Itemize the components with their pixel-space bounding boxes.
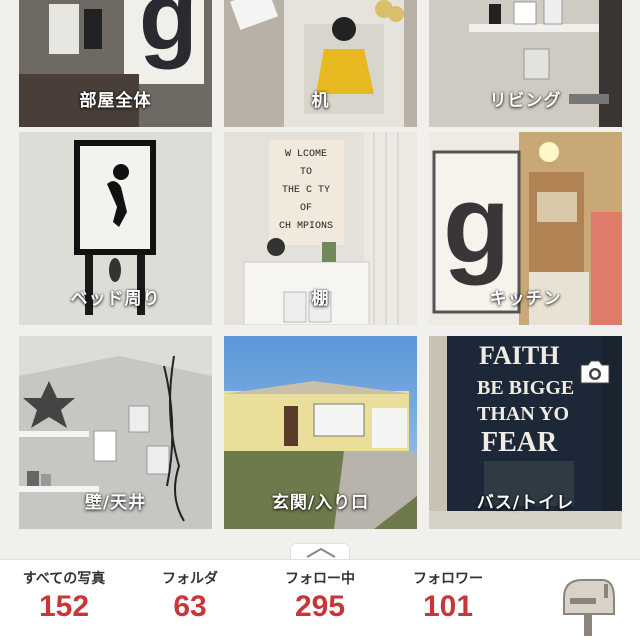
svg-text:W LCOME: W LCOME bbox=[285, 149, 327, 160]
folder-label: 机 bbox=[311, 91, 330, 111]
stat-value: 101 bbox=[422, 590, 474, 623]
folder-label: バス/トイレ bbox=[476, 493, 575, 513]
folder-label: 玄関/入り口 bbox=[271, 493, 370, 513]
stat-value: 295 bbox=[294, 590, 346, 623]
stat-value: 152 bbox=[38, 590, 90, 623]
stat-all-photos[interactable]: すべての写真 152 bbox=[8, 568, 120, 624]
folder-grid: g 部屋全体 机 リビング ベッド周り W LCOME TO THE C TY … bbox=[0, 0, 640, 545]
folder-tile-kitchen[interactable]: g キッチン bbox=[429, 132, 622, 325]
svg-text:TO: TO bbox=[300, 167, 312, 178]
svg-text:CH MPIONS: CH MPIONS bbox=[279, 221, 333, 232]
mailbox-icon[interactable] bbox=[558, 570, 618, 636]
folder-label: 壁/天井 bbox=[84, 493, 147, 513]
svg-text:g: g bbox=[139, 0, 198, 70]
folder-label: キッチン bbox=[489, 289, 562, 309]
camera-icon[interactable] bbox=[578, 358, 612, 386]
stat-label: フォルダ bbox=[162, 571, 218, 587]
stat-label: フォロー中 bbox=[285, 571, 355, 587]
svg-text:FAITH: FAITH bbox=[479, 341, 559, 370]
folder-label: 部屋全体 bbox=[79, 91, 152, 111]
svg-text:BE BIGGE: BE BIGGE bbox=[477, 377, 574, 399]
stat-value: 63 bbox=[173, 590, 207, 623]
folder-label: 棚 bbox=[311, 289, 330, 309]
profile-stats-bar: すべての写真 152 フォルダ 63 フォロー中 295 フォロワー 101 bbox=[0, 559, 640, 640]
folder-tile-wall[interactable]: 壁/天井 bbox=[19, 336, 212, 529]
svg-text:g: g bbox=[443, 163, 510, 286]
folder-label: ベッド周り bbox=[70, 289, 161, 309]
folder-tile-desk[interactable]: 机 bbox=[224, 0, 417, 127]
folder-tile-entrance[interactable]: 玄関/入り口 bbox=[224, 336, 417, 529]
folder-tile-living[interactable]: リビング bbox=[429, 0, 622, 127]
folder-tile-bath[interactable]: FAITH BE BIGGE THAN YO FEAR バス/トイレ bbox=[429, 336, 622, 529]
folder-tile-room[interactable]: g 部屋全体 bbox=[19, 0, 212, 127]
stat-folders[interactable]: フォルダ 63 bbox=[140, 568, 240, 624]
folder-tile-bedside[interactable]: ベッド周り bbox=[19, 132, 212, 325]
svg-text:FEAR: FEAR bbox=[481, 427, 558, 458]
stat-followers[interactable]: フォロワー 101 bbox=[388, 568, 508, 624]
stat-label: フォロワー bbox=[413, 571, 483, 587]
svg-text:OF: OF bbox=[300, 203, 312, 214]
stat-following[interactable]: フォロー中 295 bbox=[260, 568, 380, 624]
folder-label: リビング bbox=[489, 91, 562, 111]
svg-text:THE C TY: THE C TY bbox=[282, 185, 330, 196]
svg-text:THAN YO: THAN YO bbox=[477, 403, 569, 425]
stat-label: すべての写真 bbox=[22, 571, 106, 587]
folder-tile-shelf[interactable]: W LCOME TO THE C TY OF CH MPIONS 棚 bbox=[224, 132, 417, 325]
